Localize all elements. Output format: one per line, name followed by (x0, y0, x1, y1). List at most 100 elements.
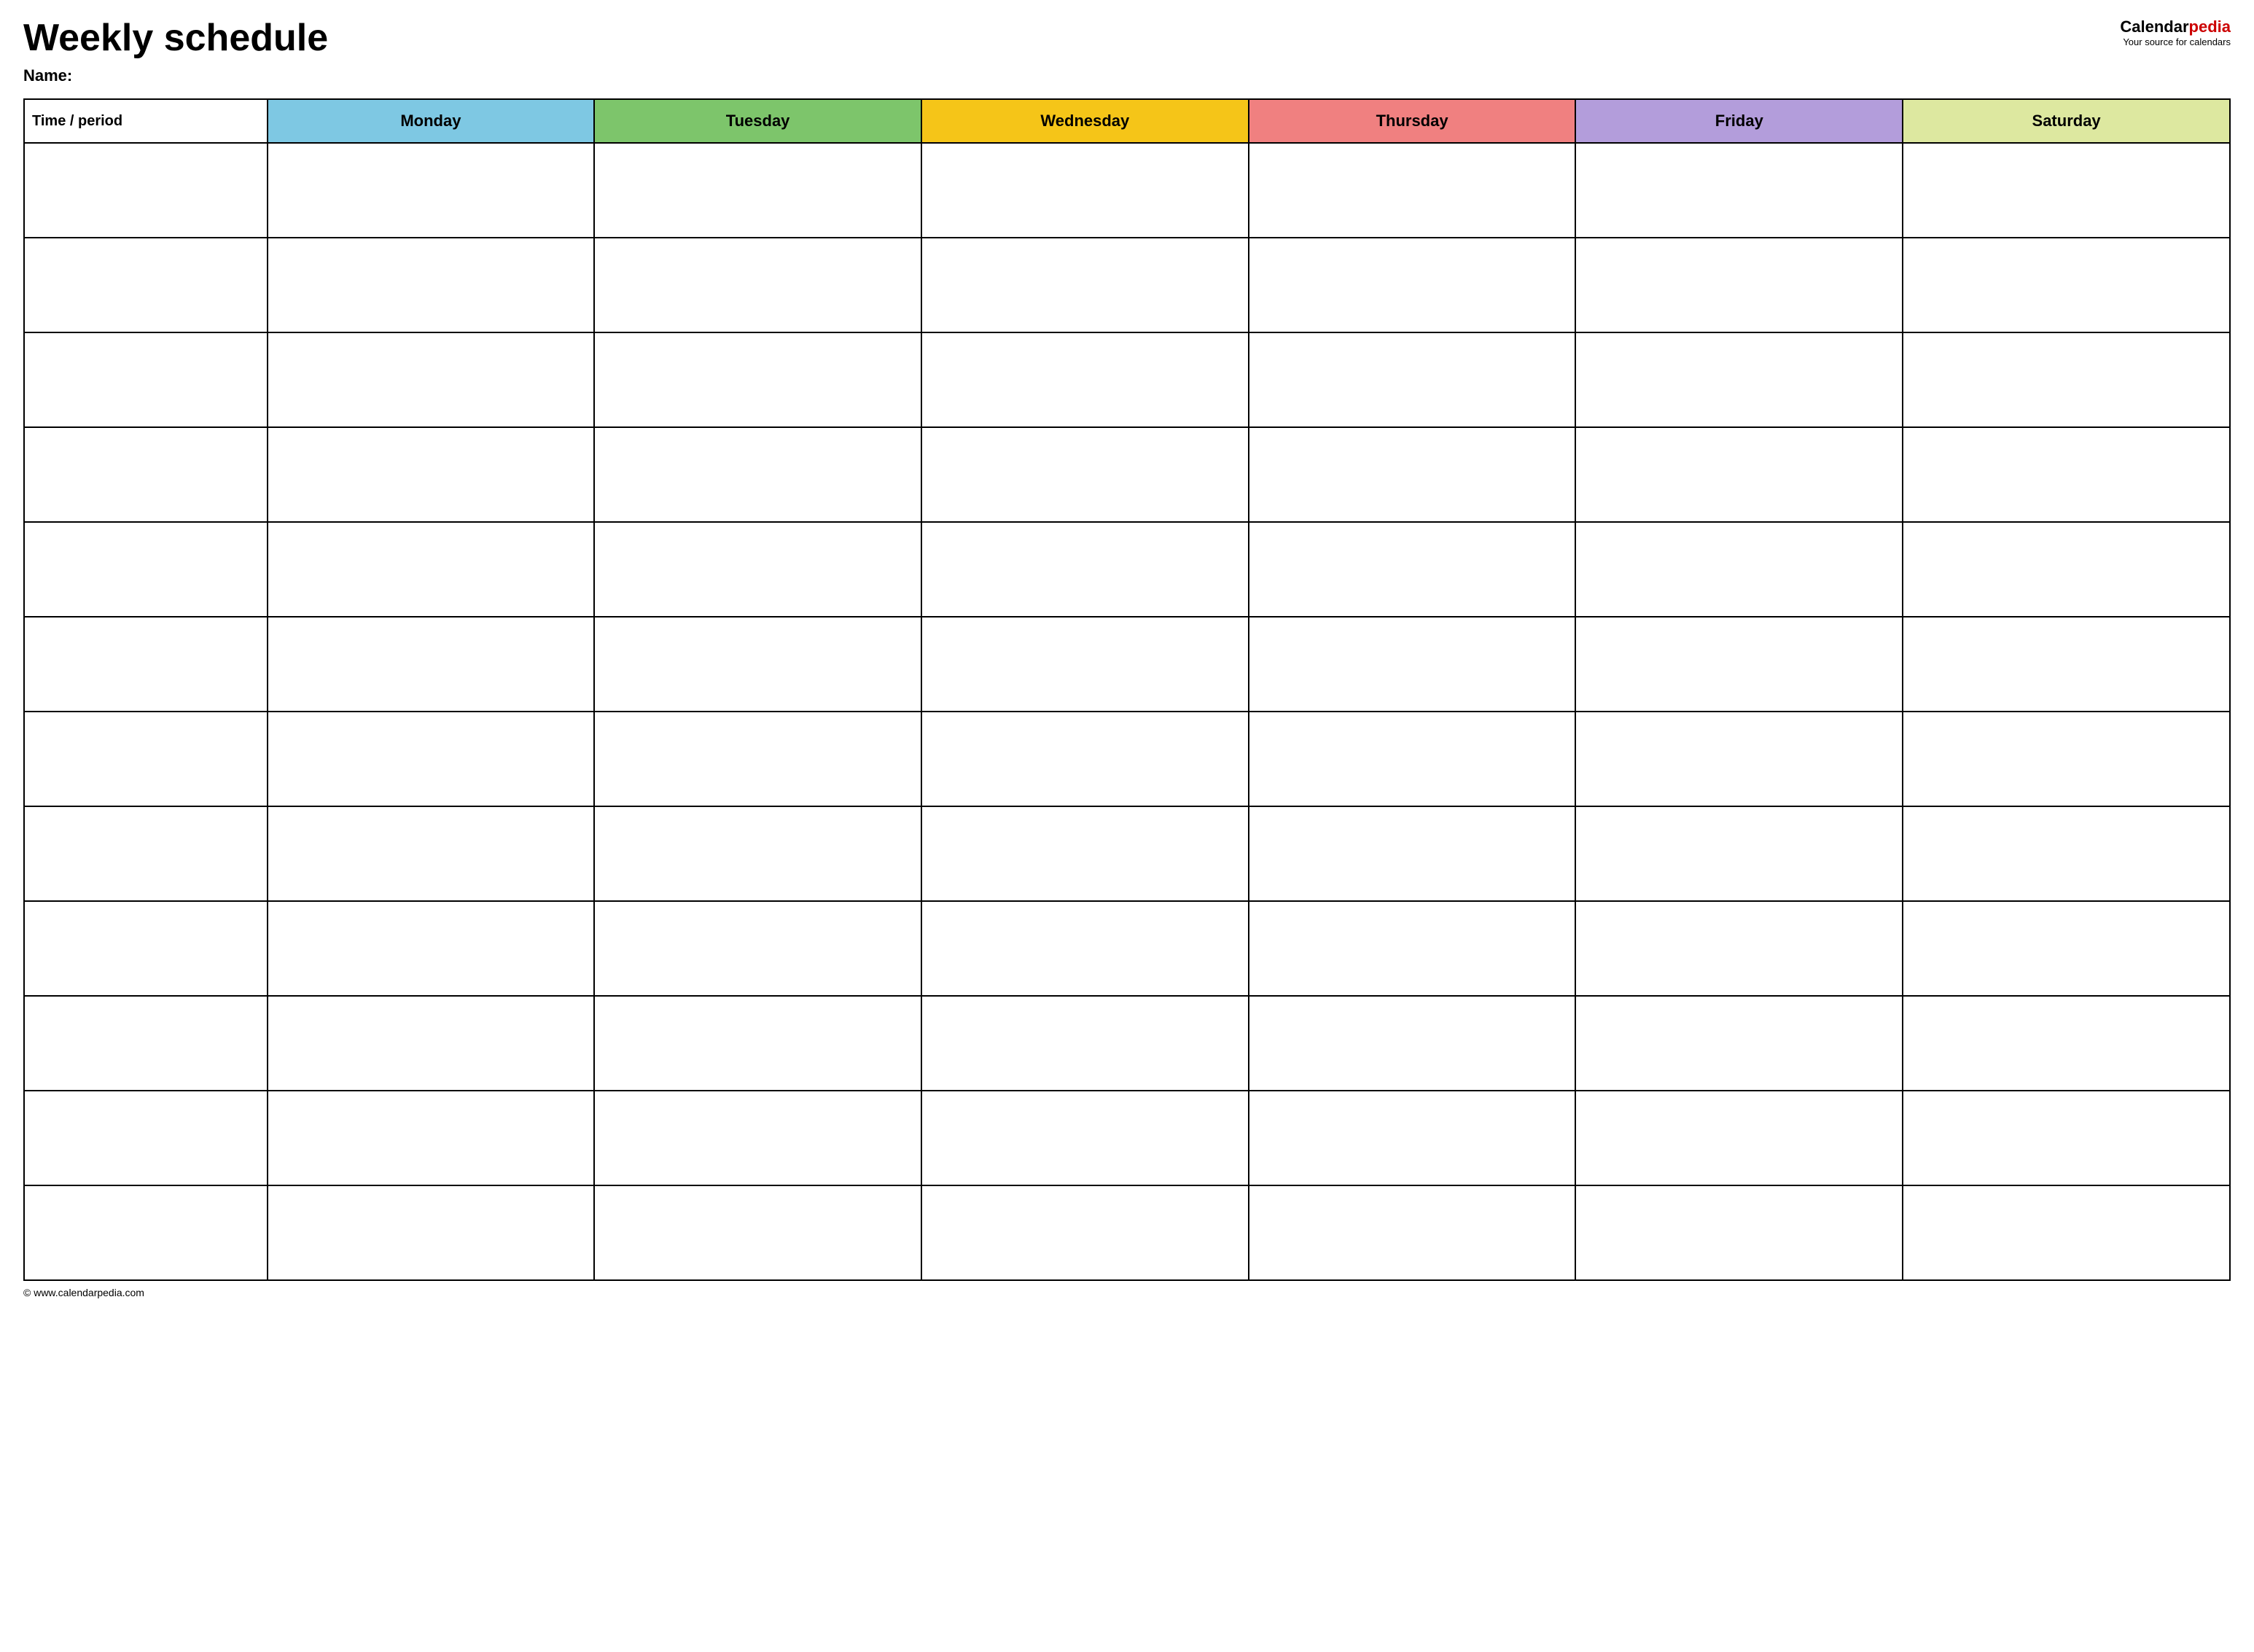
col-header-tuesday: Tuesday (594, 99, 921, 143)
day-cell[interactable] (594, 1185, 921, 1280)
name-label: Name: (23, 66, 328, 85)
day-cell[interactable] (1575, 1091, 1903, 1185)
time-cell[interactable] (24, 332, 268, 427)
day-cell[interactable] (594, 238, 921, 332)
time-cell[interactable] (24, 996, 268, 1091)
day-cell[interactable] (268, 522, 595, 617)
time-cell[interactable] (24, 901, 268, 996)
day-cell[interactable] (1575, 806, 1903, 901)
time-cell[interactable] (24, 238, 268, 332)
day-cell[interactable] (268, 1185, 595, 1280)
day-cell[interactable] (921, 238, 1249, 332)
day-cell[interactable] (268, 332, 595, 427)
time-cell[interactable] (24, 806, 268, 901)
day-cell[interactable] (594, 143, 921, 238)
day-cell[interactable] (1249, 996, 1576, 1091)
time-cell[interactable] (24, 522, 268, 617)
day-cell[interactable] (594, 427, 921, 522)
day-cell[interactable] (1249, 712, 1576, 806)
day-cell[interactable] (1903, 806, 2230, 901)
day-cell[interactable] (1903, 332, 2230, 427)
time-cell[interactable] (24, 712, 268, 806)
day-cell[interactable] (1903, 901, 2230, 996)
day-cell[interactable] (1249, 427, 1576, 522)
day-cell[interactable] (1903, 996, 2230, 1091)
header-row: Time / period Monday Tuesday Wednesday T… (24, 99, 2230, 143)
day-cell[interactable] (1903, 143, 2230, 238)
time-cell[interactable] (24, 617, 268, 712)
day-cell[interactable] (594, 806, 921, 901)
day-cell[interactable] (1575, 617, 1903, 712)
logo-tagline: Your source for calendars (2123, 36, 2231, 47)
day-cell[interactable] (1903, 238, 2230, 332)
day-cell[interactable] (1575, 143, 1903, 238)
time-cell[interactable] (24, 143, 268, 238)
day-cell[interactable] (921, 427, 1249, 522)
day-cell[interactable] (1903, 427, 2230, 522)
day-cell[interactable] (1249, 1185, 1576, 1280)
day-cell[interactable] (921, 901, 1249, 996)
time-cell[interactable] (24, 1185, 268, 1280)
day-cell[interactable] (268, 238, 595, 332)
day-cell[interactable] (921, 522, 1249, 617)
day-cell[interactable] (268, 617, 595, 712)
day-cell[interactable] (1903, 1185, 2230, 1280)
day-cell[interactable] (1249, 522, 1576, 617)
day-cell[interactable] (921, 712, 1249, 806)
col-header-monday: Monday (268, 99, 595, 143)
day-cell[interactable] (1575, 522, 1903, 617)
footer: © www.calendarpedia.com (23, 1287, 2231, 1298)
day-cell[interactable] (594, 617, 921, 712)
day-cell[interactable] (1903, 1091, 2230, 1185)
day-cell[interactable] (268, 901, 595, 996)
day-cell[interactable] (1249, 332, 1576, 427)
footer-url: © www.calendarpedia.com (23, 1287, 144, 1298)
day-cell[interactable] (1575, 712, 1903, 806)
day-cell[interactable] (594, 712, 921, 806)
day-cell[interactable] (1575, 427, 1903, 522)
day-cell[interactable] (921, 617, 1249, 712)
day-cell[interactable] (1249, 143, 1576, 238)
day-cell[interactable] (594, 996, 921, 1091)
table-row (24, 143, 2230, 238)
day-cell[interactable] (1903, 712, 2230, 806)
logo: Calendarpedia (2120, 17, 2231, 36)
day-cell[interactable] (921, 806, 1249, 901)
day-cell[interactable] (921, 1091, 1249, 1185)
day-cell[interactable] (1249, 806, 1576, 901)
day-cell[interactable] (594, 1091, 921, 1185)
day-cell[interactable] (1249, 617, 1576, 712)
table-row (24, 427, 2230, 522)
table-row (24, 996, 2230, 1091)
time-cell[interactable] (24, 427, 268, 522)
day-cell[interactable] (1249, 1091, 1576, 1185)
day-cell[interactable] (1575, 996, 1903, 1091)
day-cell[interactable] (1903, 617, 2230, 712)
day-cell[interactable] (268, 427, 595, 522)
day-cell[interactable] (921, 1185, 1249, 1280)
table-row (24, 806, 2230, 901)
day-cell[interactable] (594, 901, 921, 996)
day-cell[interactable] (268, 1091, 595, 1185)
col-header-saturday: Saturday (1903, 99, 2230, 143)
day-cell[interactable] (1575, 1185, 1903, 1280)
day-cell[interactable] (1575, 901, 1903, 996)
day-cell[interactable] (1903, 522, 2230, 617)
day-cell[interactable] (921, 996, 1249, 1091)
day-cell[interactable] (268, 712, 595, 806)
time-cell[interactable] (24, 1091, 268, 1185)
table-row (24, 1091, 2230, 1185)
day-cell[interactable] (1249, 238, 1576, 332)
day-cell[interactable] (921, 332, 1249, 427)
page-title: Weekly schedule (23, 17, 328, 59)
day-cell[interactable] (268, 143, 595, 238)
day-cell[interactable] (268, 806, 595, 901)
col-header-time: Time / period (24, 99, 268, 143)
day-cell[interactable] (268, 996, 595, 1091)
day-cell[interactable] (594, 332, 921, 427)
day-cell[interactable] (1575, 332, 1903, 427)
day-cell[interactable] (1575, 238, 1903, 332)
day-cell[interactable] (1249, 901, 1576, 996)
day-cell[interactable] (921, 143, 1249, 238)
day-cell[interactable] (594, 522, 921, 617)
